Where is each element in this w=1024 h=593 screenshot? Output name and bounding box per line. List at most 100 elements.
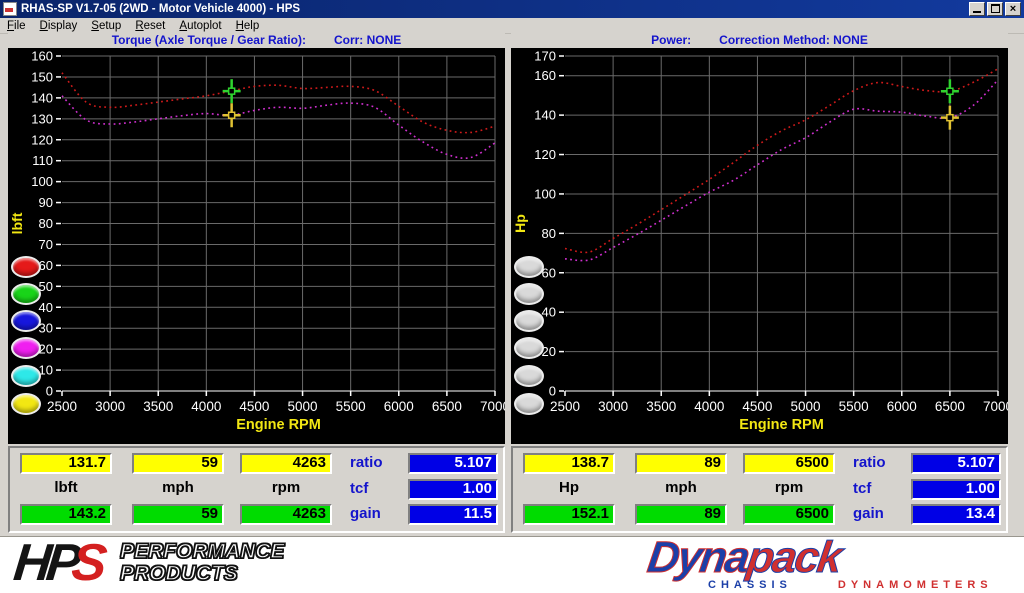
param-value-ratio: 5.107 [408, 453, 498, 474]
torque-panel: Torque (Axle Torque / Gear Ratio): Corr:… [8, 32, 505, 444]
hps-logo-tagline: PERFORMANCE PRODUCTS [120, 541, 285, 585]
menu-help[interactable]: Help [229, 20, 267, 32]
param-label-ratio: ratio [853, 453, 886, 471]
peak-value-mph: 89 [635, 504, 727, 525]
run-button-1[interactable] [11, 256, 41, 278]
hps-logo: HP S PERFORMANCE PRODUCTS [14, 539, 284, 587]
run-button-2[interactable] [514, 283, 544, 305]
y-tick-label: 120 [534, 147, 556, 162]
x-tick-label: 4500 [239, 399, 269, 414]
x-tick-label: 5500 [336, 399, 366, 414]
param-value-ratio: 5.107 [911, 453, 1001, 474]
y-tick-label: 170 [534, 49, 556, 64]
peak-value-rpm: 6500 [743, 504, 835, 525]
power-panel-title: Power: [651, 33, 691, 47]
param-value-gain: 13.4 [911, 504, 1001, 525]
y-tick-label: 110 [32, 153, 53, 168]
peak-value-mph: 59 [132, 504, 224, 525]
x-tick-label: 6000 [887, 399, 917, 414]
menu-display[interactable]: Display [33, 20, 85, 32]
x-tick-label: 4500 [742, 399, 772, 414]
cursor-value-mph: 89 [635, 453, 727, 474]
run-button-4[interactable] [514, 337, 544, 359]
param-label-gain: gain [350, 504, 381, 522]
torque-chart[interactable]: 0102030405060708090100110120130140150160… [8, 48, 505, 444]
dynapack-wordmark: Dynapack [645, 538, 1017, 578]
power-correction-label: Correction Method: NONE [719, 33, 868, 47]
y-tick-label: 80 [39, 216, 53, 231]
minimize-button[interactable] [969, 2, 985, 16]
run-button-1[interactable] [514, 256, 544, 278]
x-tick-label: 2500 [47, 399, 77, 414]
x-axis-label: Engine RPM [236, 417, 321, 433]
hps-logo-s: S [70, 539, 105, 587]
menu-setup[interactable]: Setup [84, 20, 128, 32]
cursor-value-lbft: 131.7 [20, 453, 112, 474]
run-button-6[interactable] [514, 393, 544, 415]
y-tick-label: 130 [31, 111, 53, 126]
hps-products-text: PRODUCTS [120, 563, 285, 585]
param-label-gain: gain [853, 504, 884, 522]
y-tick-label: 160 [534, 68, 556, 83]
y-tick-label: 0 [549, 384, 556, 399]
torque-plot[interactable]: 0102030405060708090100110120130140150160… [8, 48, 505, 444]
run-button-5[interactable] [514, 365, 544, 387]
run-button-6[interactable] [11, 393, 41, 415]
run-button-5[interactable] [11, 365, 41, 387]
restore-icon [991, 4, 1000, 13]
x-tick-label: 7000 [480, 399, 505, 414]
cursor-value-mph: 59 [132, 453, 224, 474]
window-title: RHAS-SP V1.7-05 (2WD - Motor Vehicle 400… [21, 3, 300, 15]
menu-reset[interactable]: Reset [128, 20, 172, 32]
torque-correction-label: Corr: NONE [334, 33, 401, 47]
param-value-gain: 11.5 [408, 504, 498, 525]
dynapack-pack-text: pack [744, 533, 843, 582]
unit-label-mph: mph [635, 479, 727, 497]
power-chart[interactable]: 0204060801001201401601702500300035004000… [511, 48, 1008, 444]
window-titlebar: RHAS-SP V1.7-05 (2WD - Motor Vehicle 400… [0, 0, 1024, 18]
x-tick-label: 5000 [288, 399, 318, 414]
x-tick-label: 3500 [143, 399, 173, 414]
y-tick-label: 0 [46, 384, 53, 399]
power-readout-panel: 138.7896500Hpmphrpm152.1896500ratio5.107… [511, 446, 1008, 533]
x-tick-label: 3000 [95, 399, 125, 414]
y-tick-label: 40 [542, 305, 556, 320]
dynapack-logo: Dynapack CHASSIS DYNAMOMETERS [648, 538, 1014, 591]
cursor-value-Hp: 138.7 [523, 453, 615, 474]
peak-value-Hp: 152.1 [523, 504, 615, 525]
y-tick-label: 100 [31, 174, 53, 189]
y-axis-label: lbft [9, 212, 25, 234]
minimize-icon [973, 11, 981, 13]
hps-performance-text: PERFORMANCE [120, 541, 285, 563]
restore-button[interactable] [987, 2, 1003, 16]
unit-label-lbft: lbft [20, 479, 112, 497]
run-button-3[interactable] [11, 310, 41, 332]
y-tick-label: 140 [534, 108, 556, 123]
y-tick-label: 160 [31, 49, 53, 64]
close-button[interactable]: × [1005, 2, 1021, 16]
run-button-2[interactable] [11, 283, 41, 305]
y-tick-label: 140 [31, 90, 53, 105]
unit-label-mph: mph [132, 479, 224, 497]
menu-autoplot[interactable]: Autoplot [172, 20, 228, 32]
param-label-tcf: tcf [853, 479, 871, 497]
run-button-3[interactable] [514, 310, 544, 332]
power-plot[interactable]: 0204060801001201401601702500300035004000… [511, 48, 1008, 444]
x-tick-label: 4000 [694, 399, 724, 414]
menu-file[interactable]: File [0, 20, 33, 32]
x-tick-label: 5000 [791, 399, 821, 414]
param-label-tcf: tcf [350, 479, 368, 497]
x-tick-label: 6500 [432, 399, 462, 414]
x-tick-label: 4000 [191, 399, 221, 414]
y-axis-label: Hp [512, 214, 528, 233]
y-tick-label: 100 [534, 186, 556, 201]
torque-panel-header: Torque (Axle Torque / Gear Ratio): Corr:… [8, 32, 505, 48]
app-icon [3, 2, 17, 16]
x-tick-label: 3500 [646, 399, 676, 414]
dynapack-dyna-text: Dyna [645, 533, 751, 582]
y-tick-label: 70 [39, 237, 53, 252]
y-tick-label: 150 [31, 69, 53, 84]
y-tick-label: 40 [39, 300, 53, 315]
run-button-4[interactable] [11, 337, 41, 359]
y-tick-label: 120 [31, 132, 53, 147]
